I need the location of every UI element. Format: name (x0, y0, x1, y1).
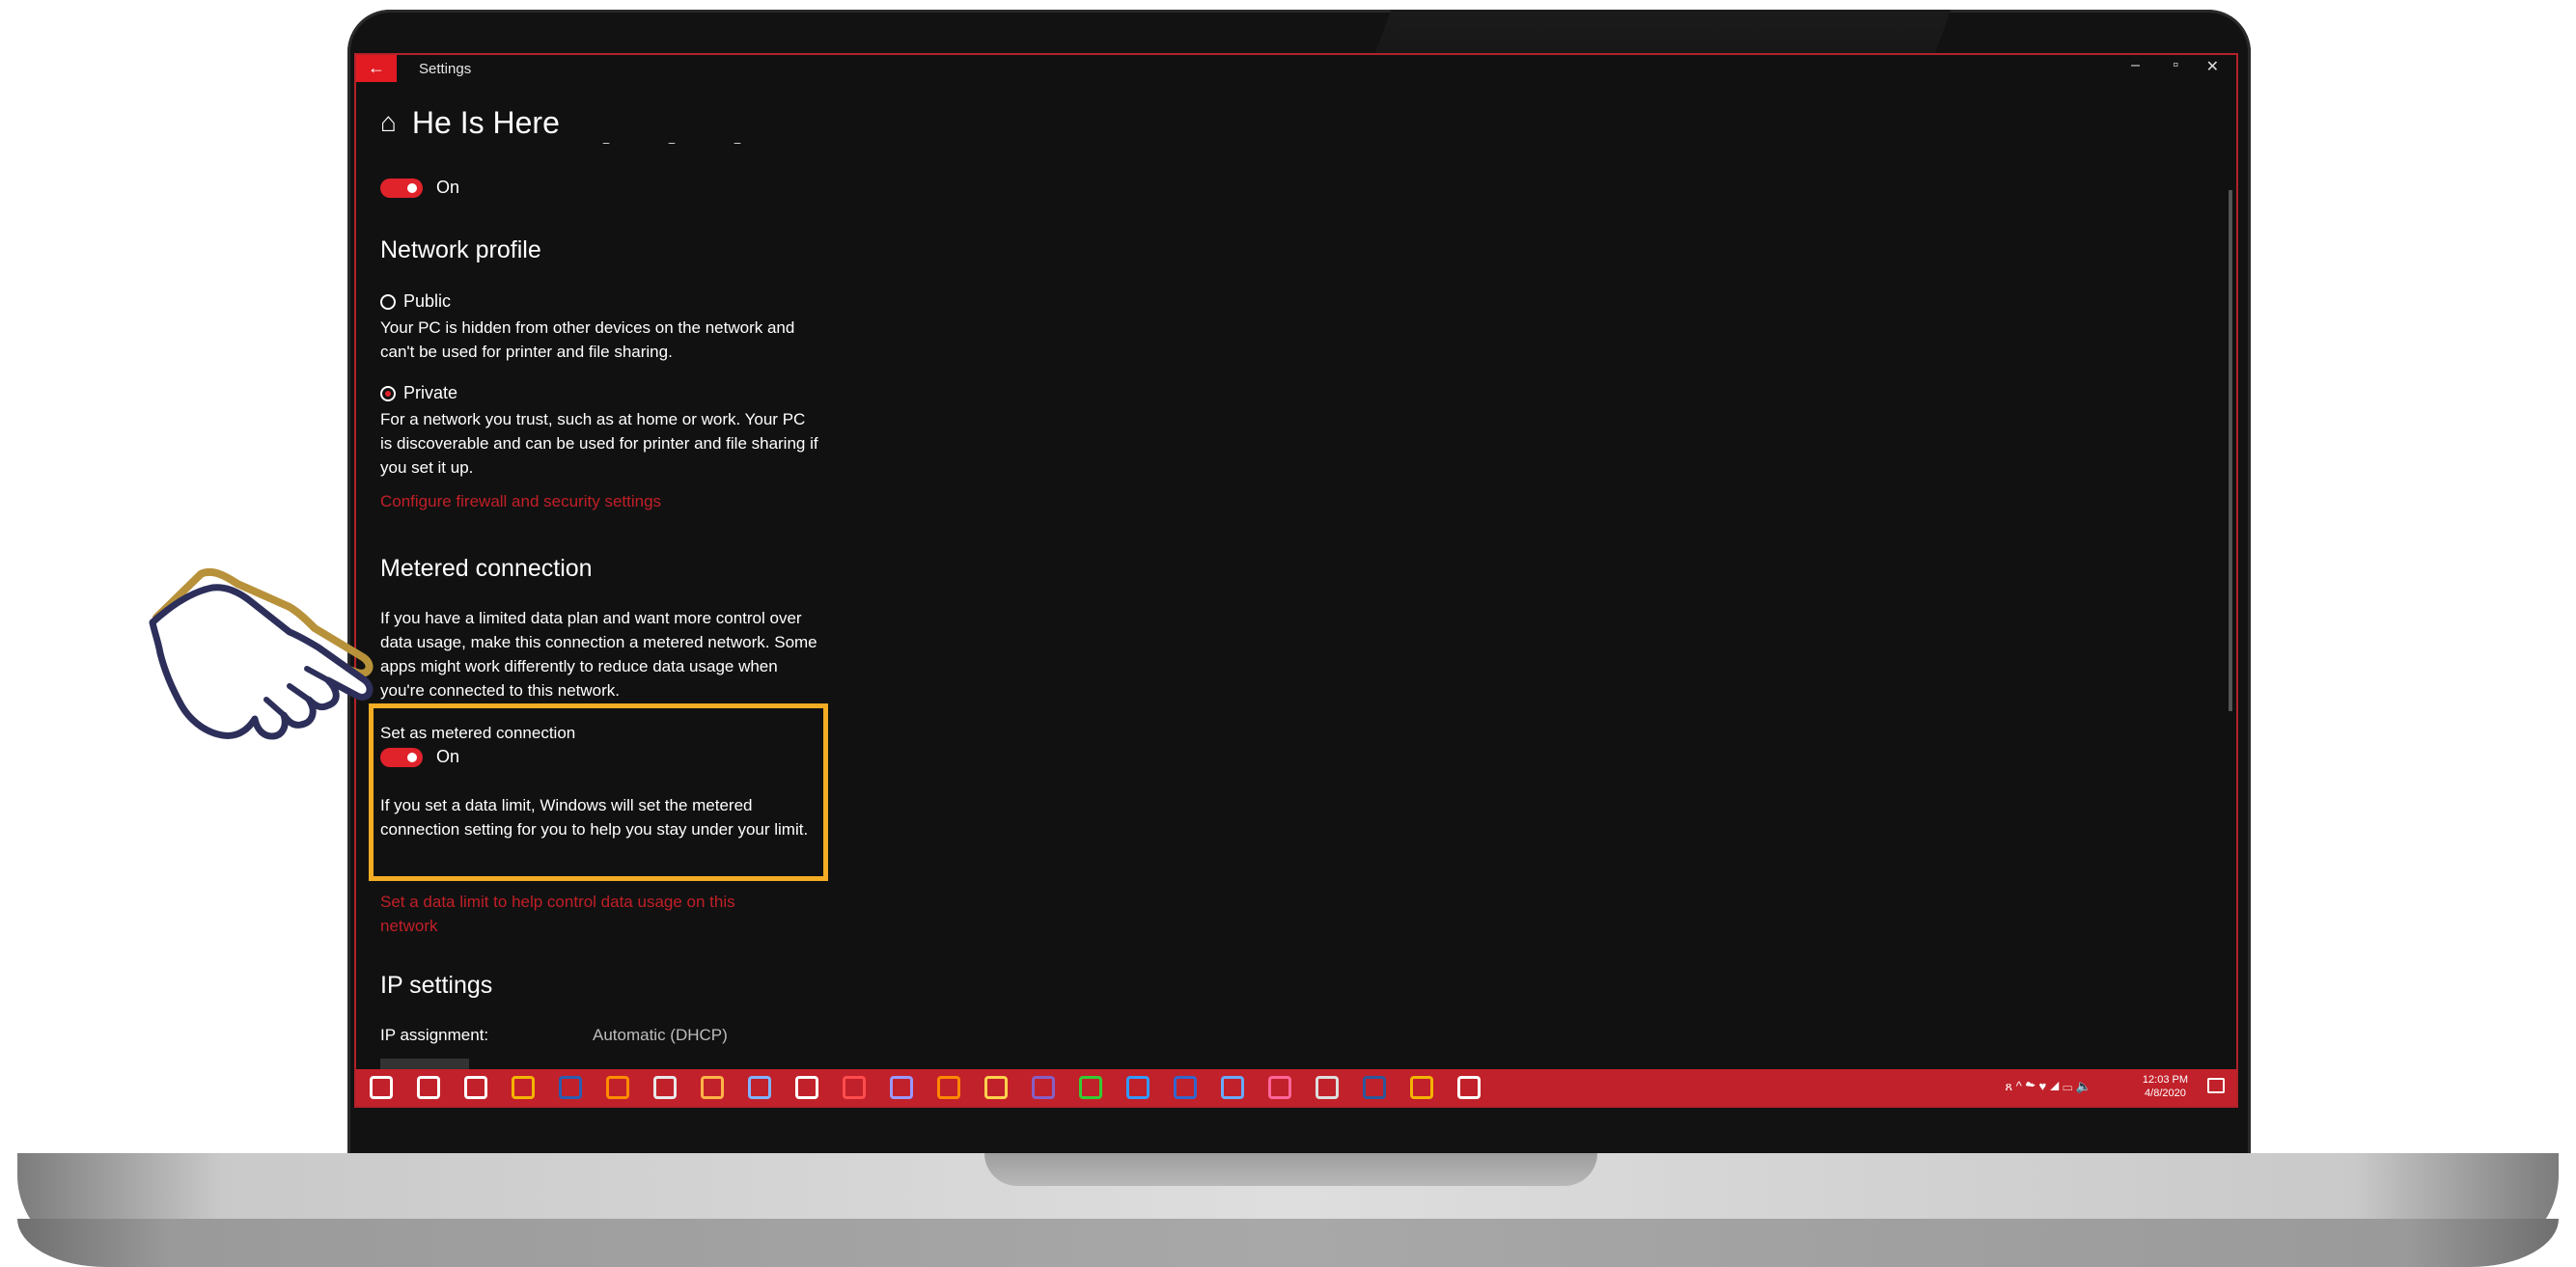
notification-center-icon[interactable] (2207, 1078, 2225, 1093)
ip-assignment-value: Automatic (DHCP) (593, 1026, 728, 1044)
scrollbar[interactable] (2229, 190, 2232, 711)
public-description: Your PC is hidden from other devices on … (380, 318, 795, 361)
data-limit-link[interactable]: Set a data limit to help control data us… (380, 890, 795, 938)
settings-window: ← Settings – ▫ ✕ ⌂ He Is Here On Network… (354, 53, 2238, 1108)
app-icon[interactable] (748, 1076, 771, 1099)
app-icon[interactable] (843, 1076, 866, 1099)
title-bar: ← Settings – ▫ ✕ (356, 55, 2236, 84)
page-header: ⌂ He Is Here (380, 103, 560, 142)
word-icon[interactable] (1363, 1076, 1386, 1099)
media-player-icon[interactable] (1079, 1076, 1102, 1099)
clipped-text-remnant (602, 138, 853, 144)
task-view-icon[interactable] (464, 1076, 487, 1099)
ip-settings-heading: IP settings (380, 972, 493, 999)
app-icon[interactable] (653, 1076, 677, 1099)
home-icon[interactable]: ⌂ (380, 107, 397, 138)
back-arrow-icon: ← (368, 58, 385, 77)
clock-date: 4/8/2020 (2145, 1088, 2186, 1099)
private-radio-row[interactable]: Private (380, 383, 457, 403)
restore-button[interactable]: ▫ (2173, 57, 2178, 74)
app-icon[interactable] (1221, 1076, 1244, 1099)
chrome-icon[interactable] (512, 1076, 535, 1099)
public-label: Public (403, 291, 452, 311)
ip-assignment-label: IP assignment: (380, 1026, 489, 1044)
public-radio-row[interactable]: Public (380, 291, 451, 312)
minimize-button[interactable]: – (2131, 57, 2140, 74)
taskbar-clock[interactable]: 12:03 PM 4/8/2020 (2143, 1073, 2188, 1100)
top-toggle-state: On (436, 178, 460, 197)
system-tray-icons[interactable]: ጸ ^ ☁ ♥ ◢ ▭ 🔈 (2006, 1079, 2091, 1094)
app-icon[interactable] (701, 1076, 724, 1099)
private-description: For a network you trust, such as at home… (380, 410, 818, 477)
taskbar: ጸ ^ ☁ ♥ ◢ ▭ 🔈 12:03 PM 4/8/2020 (356, 1069, 2236, 1106)
laptop-base-lower (17, 1219, 2559, 1267)
metered-connection-heading: Metered connection (380, 555, 593, 582)
metered-toggle-row: On (380, 747, 459, 767)
photoshop-icon[interactable] (559, 1076, 582, 1099)
app-icon[interactable] (1316, 1076, 1339, 1099)
firewall-settings-link[interactable]: Configure firewall and security settings (380, 489, 795, 513)
private-label: Private (403, 383, 458, 402)
search-icon[interactable] (417, 1076, 440, 1099)
app-icon[interactable] (1174, 1076, 1197, 1099)
file-explorer-icon[interactable] (984, 1076, 1008, 1099)
metered-description: If you have a limited data plan and want… (380, 609, 817, 700)
pointing-hand-icon (149, 567, 374, 740)
metered-toggle-state: On (436, 747, 460, 766)
top-toggle-switch[interactable] (380, 178, 423, 198)
data-limit-description: If you set a data limit, Windows will se… (380, 796, 809, 839)
metered-toggle-switch[interactable] (380, 747, 423, 767)
private-radio[interactable] (380, 385, 396, 401)
premiere-icon[interactable] (890, 1076, 913, 1099)
network-profile-heading: Network profile (380, 236, 541, 263)
app-icon[interactable] (1268, 1076, 1291, 1099)
windows-start-icon[interactable] (370, 1076, 393, 1099)
app-title: Settings (419, 61, 472, 77)
close-button[interactable]: ✕ (2206, 57, 2219, 76)
settings-gear-icon[interactable] (1457, 1076, 1481, 1099)
visual-studio-icon[interactable] (1032, 1076, 1055, 1099)
metered-toggle-title: Set as metered connection (380, 724, 576, 742)
clock-time: 12:03 PM (2142, 1074, 2188, 1086)
vlc-icon[interactable] (937, 1076, 960, 1099)
app-icon[interactable] (795, 1076, 818, 1099)
chrome-icon[interactable] (1410, 1076, 1433, 1099)
top-toggle-row: On (380, 178, 459, 198)
app-icon[interactable] (1126, 1076, 1150, 1099)
back-button[interactable]: ← (356, 55, 397, 82)
public-radio[interactable] (380, 293, 396, 310)
illustrator-icon[interactable] (606, 1076, 629, 1099)
page-title: He Is Here (411, 104, 560, 140)
laptop-notch (984, 1153, 1597, 1186)
